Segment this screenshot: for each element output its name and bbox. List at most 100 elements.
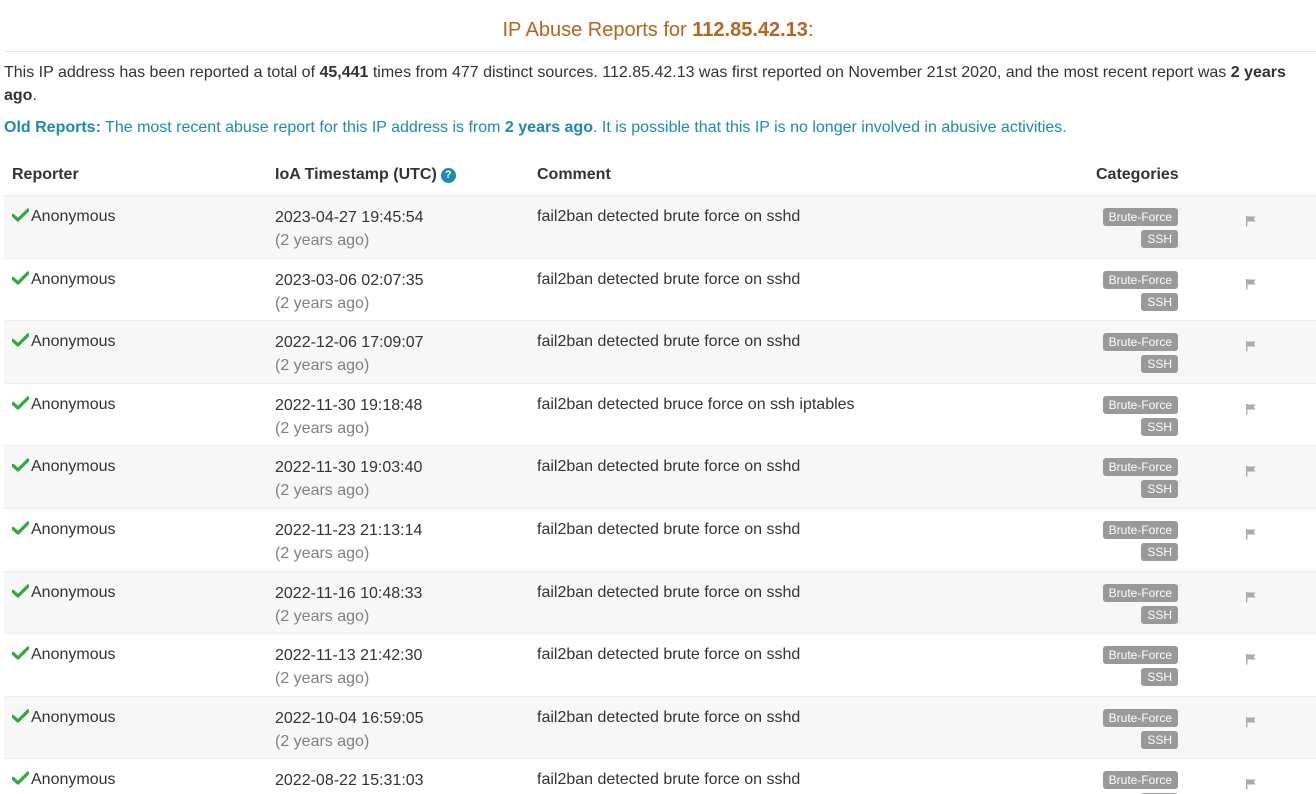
timestamp-cell: 2022-10-04 16:59:05 (2 years ago) [275, 707, 424, 753]
category-badge[interactable]: Brute-Force [1102, 771, 1178, 790]
check-icon [12, 270, 29, 285]
flag-icon[interactable] [1245, 215, 1257, 227]
table-row: Anonymous 2022-11-13 21:42:30 (2 years ago… [4, 633, 1316, 696]
reporter-name: Anonymous [31, 771, 116, 789]
flag-icon[interactable] [1245, 528, 1257, 540]
category-badge[interactable]: SSH [1141, 417, 1178, 436]
categories-cell: Brute-Force SSH [1058, 270, 1178, 315]
category-badge-line: SSH [1058, 730, 1178, 753]
comment-cell: fail2ban detected bruce force on ssh ipt… [537, 395, 855, 413]
flag-icon[interactable] [1245, 716, 1257, 728]
reporter-name: Anonymous [31, 208, 116, 225]
reports-table: Reporter IoA Timestamp (UTC)? Comment Ca… [4, 155, 1316, 794]
report-age: (2 years ago) [275, 419, 370, 437]
comment-cell: fail2ban detected brute force on sshd [537, 520, 801, 538]
timestamp-cell: 2022-11-30 19:03:40 (2 years ago) [275, 456, 422, 502]
category-badge[interactable]: Brute-Force [1102, 395, 1178, 414]
category-badge-line: Brute-Force [1058, 771, 1178, 793]
category-badge[interactable]: SSH [1141, 668, 1178, 687]
flag-icon[interactable] [1245, 278, 1257, 290]
category-badge[interactable]: SSH [1141, 355, 1178, 374]
category-badge[interactable]: Brute-Force [1102, 708, 1178, 727]
category-badge-line: SSH [1058, 480, 1178, 502]
category-badge[interactable]: Brute-Force [1102, 583, 1178, 602]
category-badge[interactable]: Brute-Force [1102, 458, 1178, 477]
flag-icon[interactable] [1245, 653, 1257, 665]
categories-cell: Brute-Force SSH [1058, 646, 1178, 690]
reporter-cell: Anonymous [12, 519, 116, 541]
reporter-cell: Anonymous [12, 707, 116, 729]
check-icon [12, 458, 29, 472]
category-badge-line: Brute-Force [1058, 270, 1178, 293]
category-badge[interactable]: Brute-Force [1102, 270, 1178, 289]
column-header-timestamp: IoA Timestamp (UTC)? [275, 165, 456, 185]
reporter-cell: Anonymous [12, 394, 116, 416]
column-header-comment: Comment [537, 166, 611, 183]
report-date: 2022-11-23 21:13:14 [275, 521, 423, 539]
timestamp-cell: 2023-04-27 19:45:54 (2 years ago) [275, 206, 424, 252]
comment-cell: fail2ban detected brute force on sshd [537, 458, 801, 476]
timestamp-cell: 2023-03-06 02:07:35 (2 years ago) [275, 269, 424, 315]
check-icon [12, 709, 29, 723]
flag-icon[interactable] [1245, 465, 1257, 477]
question-circle-icon[interactable]: ? [440, 168, 456, 183]
category-badge[interactable]: Brute-Force [1102, 520, 1178, 539]
comment-cell: fail2ban detected brute force on sshd [537, 646, 801, 664]
reporter-name: Anonymous [31, 583, 116, 601]
reporter-cell: Anonymous [12, 456, 116, 478]
report-date: 2022-11-16 10:48:33 [275, 584, 423, 602]
category-badge-line: Brute-Force [1058, 646, 1178, 668]
reporter-name: Anonymous [31, 395, 116, 413]
category-badge-line: Brute-Force [1058, 708, 1178, 731]
table-row: Anonymous 2023-04-27 19:45:54 (2 years ago… [4, 195, 1316, 258]
category-badge[interactable]: SSH [1141, 230, 1178, 248]
category-badge-line: Brute-Force [1058, 520, 1178, 543]
check-icon [12, 396, 29, 410]
category-badge[interactable]: Brute-Force [1102, 333, 1178, 352]
categories-cell: Brute-Force SSH [1058, 333, 1178, 377]
check-icon [12, 333, 29, 347]
check-icon [12, 583, 29, 598]
table-row: Anonymous 2022-10-04 16:59:05 (2 years ago… [4, 695, 1316, 759]
reporter-cell: Anonymous [12, 644, 116, 666]
categories-cell: Brute-ForceSSH [1058, 771, 1178, 794]
category-badge[interactable]: SSH [1141, 605, 1178, 624]
category-badge-line: Brute-Force [1058, 395, 1178, 418]
categories-cell: Brute-Force SSH [1058, 520, 1178, 565]
comment-cell: fail2ban detected brute force on sshd [537, 771, 801, 789]
reporter-cell: Anonymous [12, 331, 116, 353]
timestamp-cell: 2022-11-30 19:18:48 (2 years ago) [275, 394, 422, 440]
timestamp-cell: 2022-12-06 17:09:07 (2 years ago) [275, 331, 424, 377]
category-badge-line: Brute-Force [1058, 583, 1178, 606]
summary-total: 45,441 [319, 64, 369, 81]
timestamp-cell: 2022-08-22 15:31:03(2 years ago) [275, 769, 424, 794]
reporter-cell: Anonymous [12, 206, 116, 228]
report-date: 2022-12-06 17:09:07 [275, 334, 424, 352]
flag-icon[interactable] [1245, 591, 1257, 603]
category-badge[interactable]: SSH [1141, 292, 1178, 311]
flag-icon[interactable] [1245, 403, 1257, 415]
timestamp-cell: 2022-11-23 21:13:14 (2 years ago) [275, 519, 422, 565]
category-badge[interactable]: SSH [1141, 480, 1178, 499]
page-title: IP Abuse Reports for 112.85.42.13: [4, 18, 1312, 42]
reporter-name: Anonymous [31, 646, 116, 664]
category-badge[interactable]: Brute-Force [1102, 646, 1178, 665]
report-date: 2022-08-22 15:31:03 [275, 772, 424, 790]
category-badge[interactable]: SSH [1141, 542, 1178, 561]
category-badge[interactable]: SSH [1141, 730, 1178, 749]
category-badge[interactable]: Brute-Force [1102, 208, 1178, 226]
timestamp-cell: 2022-11-13 21:42:30 (2 years ago) [275, 644, 422, 690]
timestamp-cell: 2022-11-16 10:48:33 (2 years ago) [275, 582, 422, 628]
category-badge-line: SSH [1058, 230, 1178, 252]
report-age: (2 years ago) [275, 294, 370, 312]
reporter-cell: Anonymous [12, 269, 116, 291]
reporter-name: Anonymous [31, 708, 116, 726]
table-body: Anonymous 2023-04-27 19:45:54 (2 years ago… [4, 195, 1316, 794]
report-date: 2023-03-06 02:07:35 [275, 271, 424, 289]
flag-icon[interactable] [1245, 340, 1257, 352]
flag-icon[interactable] [1245, 778, 1257, 790]
reporter-name: Anonymous [31, 333, 116, 351]
old-reports-text-1: The most recent abuse report for this IP… [100, 119, 505, 136]
report-date: 2022-11-30 19:18:48 [275, 396, 423, 414]
title-suffix: : [807, 19, 814, 41]
